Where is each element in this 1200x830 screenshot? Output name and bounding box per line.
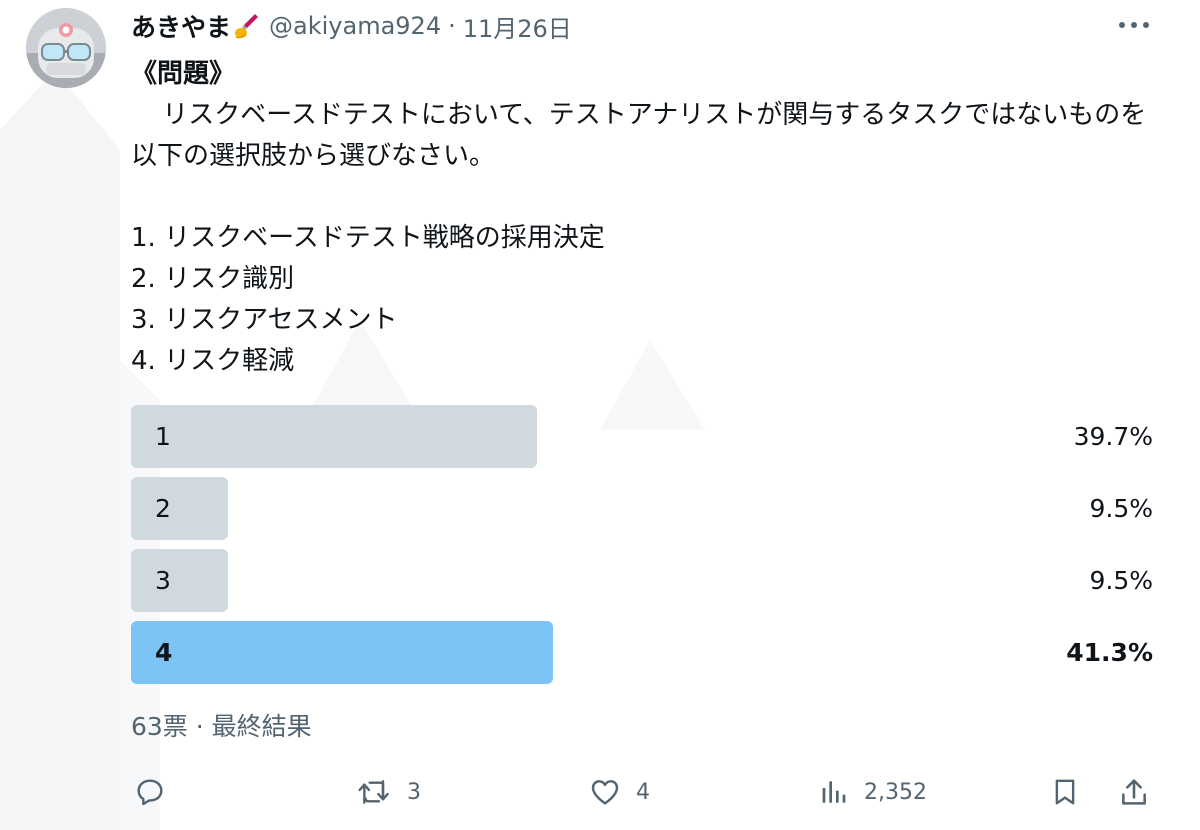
choice-item: 2. リスク識別: [131, 264, 295, 294]
share-icon: [1122, 779, 1146, 805]
poll-bar: [131, 621, 553, 684]
share-button[interactable]: [1118, 770, 1150, 814]
repost-count: 3: [407, 779, 421, 805]
like-count: 4: [636, 779, 650, 805]
poll-bar: [131, 477, 228, 540]
bookmark-icon: [1055, 779, 1075, 805]
poll-option-label: 3: [155, 566, 171, 595]
display-name[interactable]: あきやま: [131, 8, 231, 44]
choice-item: 4. リスク軽減: [131, 346, 295, 376]
handle[interactable]: @akiyama924: [269, 12, 441, 40]
post-body: リスクベースドテストにおいて、テストアナリストが関与するタスクではないものを以下…: [131, 100, 1147, 171]
bookmark-button[interactable]: [1050, 770, 1080, 814]
post-text: 《問題》 リスクベースドテストにおいて、テストアナリストが関与するタスクではない…: [131, 54, 1161, 382]
poll-option: 3 9.5%: [131, 549, 1153, 612]
repost-icon: [358, 780, 389, 804]
views-chart-icon: [822, 781, 846, 803]
poll-option-label: 2: [155, 494, 171, 523]
tweet[interactable]: あきやま @akiyama924 · 11月26日 《問題》 リスクベースドテス…: [0, 0, 1200, 830]
post-heading: 《問題》: [131, 59, 236, 89]
separator-dot: ·: [448, 12, 456, 40]
views-button[interactable]: 2,352: [818, 770, 927, 814]
poll-option-percent: 9.5%: [1089, 566, 1153, 595]
more-icon: [1119, 22, 1149, 28]
poll-option: 1 39.7%: [131, 405, 1153, 468]
avatar[interactable]: [26, 8, 106, 88]
views-count: 2,352: [864, 779, 927, 805]
paintbrush-icon: [235, 13, 259, 39]
poll-bar: [131, 549, 228, 612]
reply-button[interactable]: [134, 770, 166, 814]
poll-option-percent: 41.3%: [1066, 638, 1153, 667]
poll-option-label: 4: [155, 638, 173, 667]
choice-item: 3. リスクアセスメント: [131, 305, 398, 335]
like-button[interactable]: 4: [588, 770, 650, 814]
poll: 1 39.7% 2 9.5% 3 9.5% 4 41.3%: [131, 405, 1153, 693]
poll-option: 4 41.3%: [131, 621, 1153, 684]
reply-icon: [137, 779, 163, 806]
poll-bar: [131, 405, 537, 468]
post-date[interactable]: 11月26日: [463, 9, 572, 44]
poll-option: 2 9.5%: [131, 477, 1153, 540]
poll-option-percent: 9.5%: [1089, 494, 1153, 523]
heart-icon: [591, 780, 619, 805]
repost-button[interactable]: 3: [357, 770, 421, 814]
poll-footer: 63票 · 最終結果: [131, 712, 312, 741]
poll-option-percent: 39.7%: [1073, 422, 1153, 451]
more-options-button[interactable]: [1112, 10, 1156, 40]
tweet-header: あきやま @akiyama924 · 11月26日: [131, 6, 572, 46]
poll-option-label: 1: [155, 422, 171, 451]
choice-item: 1. リスクベースドテスト戦略の採用決定: [131, 223, 605, 253]
